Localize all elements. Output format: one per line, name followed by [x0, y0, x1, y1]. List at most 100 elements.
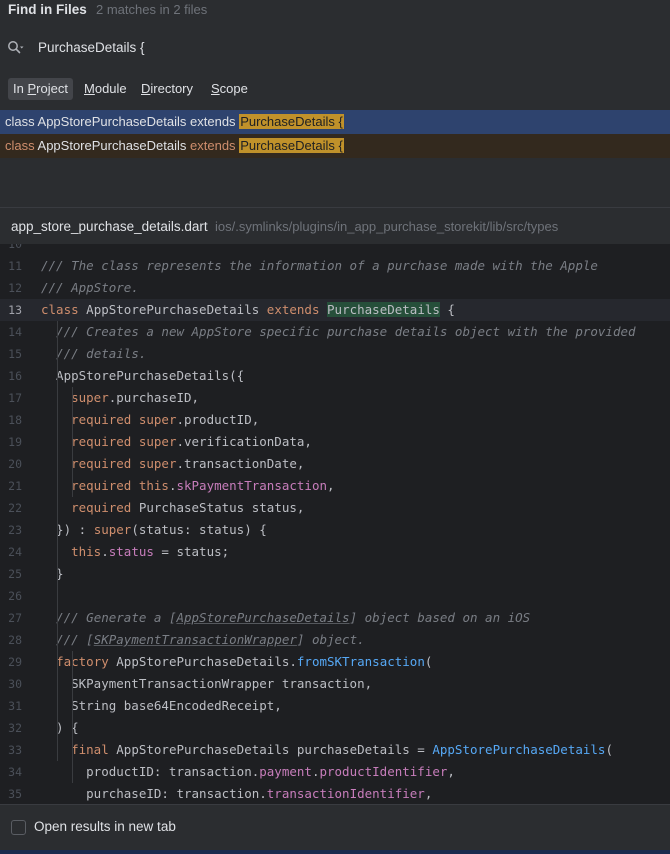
result-row[interactable]: class AppStorePurchaseDetails extends Pu… — [0, 134, 670, 158]
code-line[interactable]: 25 } — [0, 563, 670, 585]
code-line[interactable]: 21 required this.skPaymentTransaction, — [0, 475, 670, 497]
code-line[interactable]: 26 — [0, 585, 670, 607]
result-row[interactable]: class AppStorePurchaseDetails extends Pu… — [0, 110, 670, 134]
search-row: PurchaseDetails { — [0, 28, 670, 68]
tab-mnemonic: M — [84, 81, 95, 96]
tab-in-project[interactable]: In Project — [8, 78, 73, 100]
code-text: purchaseID: transaction.transactionIdent… — [41, 783, 432, 804]
result-match-highlight: PurchaseDetails { — [239, 114, 344, 129]
line-number: 15 — [8, 347, 22, 361]
code-line[interactable]: 29 factory AppStorePurchaseDetails.fromS… — [0, 651, 670, 673]
line-number: 29 — [8, 655, 22, 669]
code-line[interactable]: 18 required super.productID, — [0, 409, 670, 431]
code-text: productID: transaction.payment.productId… — [41, 761, 455, 783]
code-token: ] object. — [296, 632, 365, 647]
result-keyword: extends — [190, 114, 236, 129]
code-token: skPaymentTransaction — [176, 478, 327, 493]
code-token: String base64EncodedReceipt, — [41, 698, 282, 713]
code-line[interactable]: 22 required PurchaseStatus status, — [0, 497, 670, 519]
code-line[interactable]: 23 }) : super(status: status) { — [0, 519, 670, 541]
code-token: /// The class represents the information… — [41, 258, 598, 273]
code-text: String base64EncodedReceipt, — [41, 695, 282, 717]
search-history-icon[interactable] — [7, 40, 25, 56]
line-number: 12 — [8, 281, 22, 295]
code-token: , — [447, 764, 455, 779]
indent-guide — [72, 387, 73, 497]
line-number: 18 — [8, 413, 22, 427]
code-token: } — [41, 566, 64, 581]
code-token: AppStorePurchaseDetails — [78, 302, 267, 317]
code-line[interactable]: 20 required super.transactionDate, — [0, 453, 670, 475]
tab-module[interactable]: Module — [79, 78, 132, 100]
code-preview[interactable]: 10 11 /// The class represents the informa… — [0, 244, 670, 804]
code-line[interactable]: 35 purchaseID: transaction.transactionId… — [0, 783, 670, 804]
code-line[interactable]: 31 String base64EncodedReceipt, — [0, 695, 670, 717]
line-number: 26 — [8, 589, 22, 603]
status-strip — [0, 850, 670, 854]
code-line[interactable]: 33 final AppStorePurchaseDetails purchas… — [0, 739, 670, 761]
code-line[interactable]: 27 /// Generate a [AppStorePurchaseDetai… — [0, 607, 670, 629]
code-line[interactable]: 17 super.purchaseID, — [0, 387, 670, 409]
line-number: 35 — [8, 787, 22, 801]
line-number: 13 — [8, 303, 22, 317]
scope-tabs: In Project Module Directory Scope — [0, 68, 670, 108]
code-line[interactable]: 32 ) { — [0, 717, 670, 739]
tab-scope[interactable]: Scope — [206, 78, 253, 100]
code-token: required super — [71, 412, 177, 427]
code-token: .purchaseID, — [108, 390, 200, 405]
code-token: productID: transaction. — [41, 764, 260, 779]
open-in-new-tab-label[interactable]: Open results in new tab — [34, 819, 176, 834]
code-token: class — [41, 302, 79, 317]
code-token: SKPaymentTransactionWrapper transaction, — [41, 676, 373, 691]
footer: Open results in new tab — [0, 804, 670, 851]
result-class-name: AppStorePurchaseDetails — [37, 138, 187, 153]
code-line[interactable]: 15 /// details. — [0, 343, 670, 365]
code-text: required super.verificationData, — [41, 431, 312, 453]
code-token: (status: status) { — [131, 522, 267, 537]
results-list: class AppStorePurchaseDetails extends Pu… — [0, 108, 670, 208]
code-line[interactable]: 34 productID: transaction.payment.produc… — [0, 761, 670, 783]
code-line[interactable]: 11 /// The class represents the informati… — [0, 255, 670, 277]
code-line[interactable]: 10 — [0, 244, 670, 255]
code-line[interactable]: 14 /// Creates a new AppStore specific p… — [0, 321, 670, 343]
result-keyword: extends — [190, 138, 236, 153]
code-text: factory AppStorePurchaseDetails.fromSKTr… — [41, 651, 432, 673]
result-class-name: AppStorePurchaseDetails — [37, 114, 187, 129]
code-token: required this — [71, 478, 169, 493]
code-line[interactable]: 12 /// AppStore. — [0, 277, 670, 299]
line-number: 32 — [8, 721, 22, 735]
code-token: /// AppStore. — [41, 280, 139, 295]
open-in-new-tab-checkbox[interactable] — [11, 820, 26, 835]
code-line[interactable]: 19 required super.verificationData, — [0, 431, 670, 453]
code-token: { — [439, 302, 455, 317]
tab-directory[interactable]: Directory — [136, 78, 198, 100]
line-number: 30 — [8, 677, 22, 691]
line-number: 33 — [8, 743, 22, 757]
code-token: super — [93, 522, 132, 537]
line-number: 19 — [8, 435, 22, 449]
line-number: 21 — [8, 479, 22, 493]
code-token: this — [71, 544, 102, 559]
code-token: PurchaseStatus status, — [131, 500, 305, 515]
code-token: status — [108, 544, 154, 559]
tab-label-part: irectory — [150, 81, 194, 96]
code-line[interactable]: 13 class AppStorePurchaseDetails extends … — [0, 299, 670, 321]
code-line[interactable]: 24 this.status = status; — [0, 541, 670, 563]
code-text: } — [41, 563, 64, 585]
code-token: required — [71, 500, 132, 515]
code-line[interactable]: 16 AppStorePurchaseDetails({ — [0, 365, 670, 387]
tab-label-part: odule — [94, 81, 127, 96]
line-number: 23 — [8, 523, 22, 537]
code-token: required super — [71, 456, 177, 471]
result-keyword: class — [5, 138, 35, 153]
code-token: productIdentifier — [319, 764, 448, 779]
code-line[interactable]: 30 SKPaymentTransactionWrapper transacti… — [0, 673, 670, 695]
code-token: final — [71, 742, 109, 757]
line-number: 31 — [8, 699, 22, 713]
result-match-highlight: PurchaseDetails { — [239, 138, 344, 153]
search-input[interactable]: PurchaseDetails { — [38, 40, 145, 55]
code-line[interactable]: 28 /// [SKPaymentTransactionWrapper] obj… — [0, 629, 670, 651]
code-text: required super.transactionDate, — [41, 453, 304, 475]
